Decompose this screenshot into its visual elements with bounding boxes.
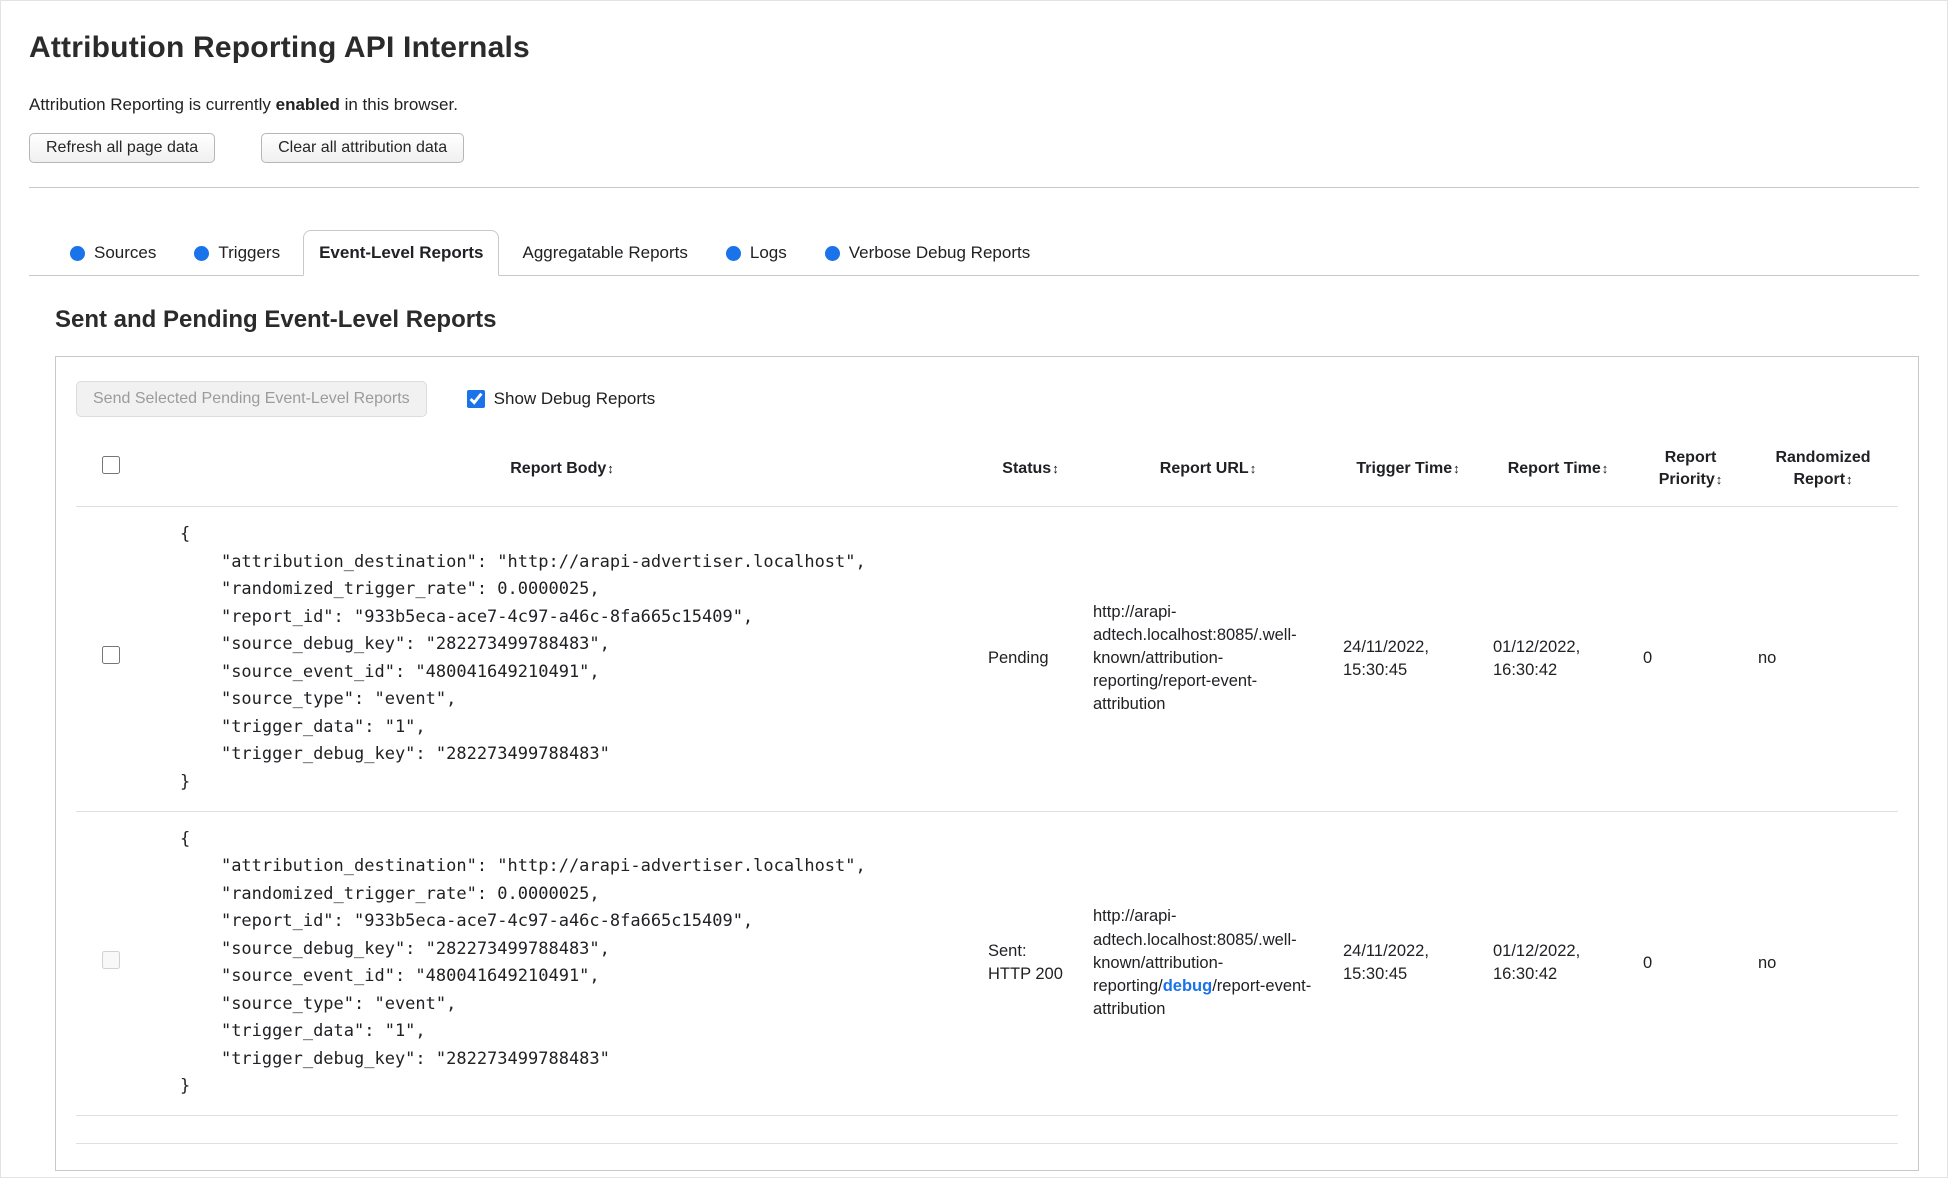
column-header-report-priority[interactable]: Report Priority↕ — [1633, 439, 1748, 507]
sort-icon[interactable]: ↕ — [1846, 472, 1853, 487]
attribution-internals-page: Attribution Reporting API Internals Attr… — [0, 0, 1948, 1178]
sort-icon[interactable]: ↕ — [1716, 472, 1723, 487]
row-select-checkbox[interactable] — [102, 950, 120, 969]
clear-all-button[interactable]: Clear all attribution data — [261, 133, 465, 163]
send-selected-button[interactable]: Send Selected Pending Event-Level Report… — [76, 381, 427, 417]
select-all-cell — [76, 439, 146, 507]
column-label: Randomized Report — [1775, 449, 1871, 488]
randomized-report-cell: no — [1758, 649, 1777, 668]
report-time-cell: 01/12/2022, 16:30:42 — [1493, 637, 1581, 679]
trigger-time-cell: 24/11/2022, 15:30:45 — [1343, 637, 1429, 679]
column-label: Report Body — [510, 459, 607, 477]
tab-label: Logs — [749, 243, 787, 262]
report-time-cell: 01/12/2022, 16:30:42 — [1493, 942, 1581, 984]
tab-label: Event-Level Reports — [319, 243, 484, 262]
report-url-cell: http://arapi-adtech.localhost:8085/.well… — [1083, 811, 1333, 1115]
report-body-cell: { "attribution_destination": "http://ara… — [180, 524, 866, 792]
report-priority-cell: 0 — [1643, 953, 1653, 972]
tab-label: Verbose Debug Reports — [848, 243, 1031, 262]
row-select-cell — [76, 811, 146, 1115]
show-debug-label: Show Debug Reports — [493, 389, 656, 408]
column-header-trigger-time[interactable]: Trigger Time↕ — [1333, 439, 1483, 507]
row-select-checkbox[interactable] — [102, 646, 120, 665]
row-select-cell — [76, 507, 146, 811]
column-header-status[interactable]: Status↕ — [978, 439, 1083, 507]
panel-toolbar: Send Selected Pending Event-Level Report… — [76, 381, 1898, 417]
tab-dot-icon — [70, 245, 85, 261]
tab-triggers[interactable]: Triggers — [179, 231, 295, 275]
trigger-time-cell: 24/11/2022, 15:30:45 — [1343, 942, 1429, 984]
select-all-checkbox[interactable] — [102, 456, 120, 475]
status-cell: Pending — [988, 649, 1049, 668]
column-header-randomized-report[interactable]: Randomized Report↕ — [1748, 439, 1898, 507]
tab-label: Aggregatable Reports — [522, 243, 688, 262]
tab-bar: Sources Triggers Event-Level Reports Agg… — [29, 230, 1919, 276]
column-label: Report Time — [1507, 459, 1601, 477]
column-label: Report URL — [1159, 459, 1249, 477]
url-prefix: http://arapi-adtech.localhost:8085/.well… — [1093, 603, 1297, 714]
sort-icon[interactable]: ↕ — [1453, 461, 1460, 476]
page-title: Attribution Reporting API Internals — [29, 31, 530, 64]
table-header-row: Report Body↕ Status↕ Report URL↕ Trigger… — [76, 439, 1898, 507]
tab-dot-icon — [725, 245, 741, 261]
refresh-all-button[interactable]: Refresh all page data — [29, 133, 216, 163]
report-priority-cell: 0 — [1643, 649, 1653, 668]
column-header-report-body[interactable]: Report Body↕ — [146, 439, 978, 507]
tab-sources[interactable]: Sources — [55, 231, 171, 275]
report-row: { "attribution_destination": "http://ara… — [76, 811, 1898, 1116]
tab-aggregatable-reports[interactable]: Aggregatable Reports — [507, 231, 702, 275]
tab-verbose-debug-reports[interactable]: Verbose Debug Reports — [810, 231, 1045, 275]
tab-logs[interactable]: Logs — [711, 231, 802, 275]
status-enabled: enabled — [275, 95, 340, 114]
report-url-cell: http://arapi-adtech.localhost:8085/.well… — [1083, 507, 1333, 811]
tab-dot-icon — [194, 245, 210, 261]
column-label: Status — [1002, 459, 1052, 477]
table-footer-row — [76, 1115, 1898, 1144]
status-prefix: Attribution Reporting is currently — [29, 95, 276, 114]
divider — [29, 187, 1919, 188]
tab-label: Triggers — [218, 243, 281, 262]
tab-event-level-reports[interactable]: Event-Level Reports — [303, 230, 500, 276]
column-header-report-time[interactable]: Report Time↕ — [1483, 439, 1633, 507]
status-suffix: in this browser. — [339, 95, 458, 114]
reports-panel: Send Selected Pending Event-Level Report… — [55, 356, 1919, 1171]
column-label: Report Priority — [1658, 449, 1717, 488]
tab-dot-icon — [824, 245, 840, 261]
status-text: Attribution Reporting is currently enabl… — [29, 95, 1919, 115]
report-row: { "attribution_destination": "http://ara… — [76, 507, 1898, 811]
section-heading: Sent and Pending Event-Level Reports — [55, 306, 497, 333]
column-header-report-url[interactable]: Report URL↕ — [1083, 439, 1333, 507]
tab-label: Sources — [94, 243, 157, 262]
url-debug-segment: debug — [1162, 976, 1213, 995]
status-cell: Sent: HTTP 200 — [988, 942, 1063, 984]
sort-icon[interactable]: ↕ — [607, 461, 614, 476]
report-body-cell: { "attribution_destination": "http://ara… — [180, 828, 866, 1097]
sort-icon[interactable]: ↕ — [1602, 461, 1609, 476]
show-debug-toggle[interactable]: Show Debug Reports — [466, 389, 656, 409]
randomized-report-cell: no — [1758, 953, 1777, 972]
column-label: Trigger Time — [1356, 459, 1453, 477]
show-debug-checkbox[interactable] — [466, 390, 485, 408]
sort-icon[interactable]: ↕ — [1052, 461, 1059, 476]
reports-table: Report Body↕ Status↕ Report URL↕ Trigger… — [76, 439, 1898, 1144]
sort-icon[interactable]: ↕ — [1250, 461, 1257, 476]
top-toolbar: Refresh all page data Clear all attribut… — [29, 133, 1919, 163]
